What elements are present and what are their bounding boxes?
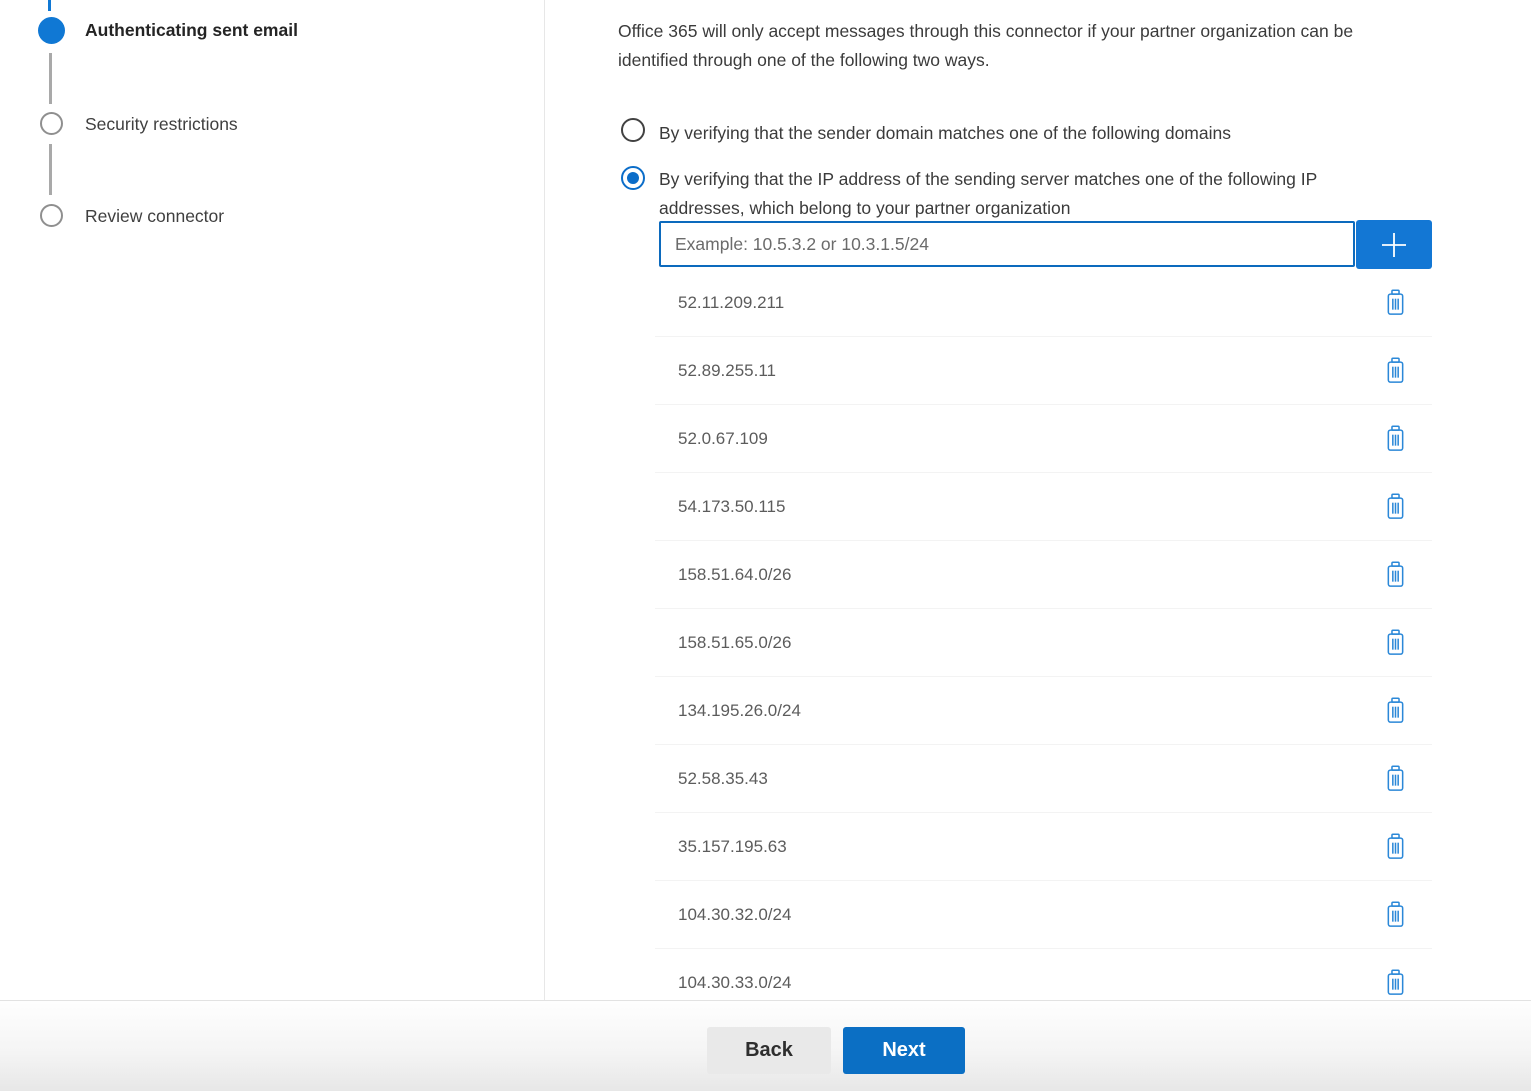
radio-ip-address-label-line-1: By verifying that the IP address of the … <box>659 165 1489 194</box>
trash-icon <box>1385 765 1406 792</box>
ip-value: 52.89.255.11 <box>678 361 776 381</box>
ip-value: 134.195.26.0/24 <box>678 701 801 721</box>
radio-ip-address-label[interactable]: By verifying that the IP address of the … <box>659 165 1489 223</box>
trash-icon <box>1385 561 1406 588</box>
ip-address-input[interactable] <box>659 221 1355 267</box>
ip-row: 104.30.32.0/24 <box>655 881 1432 949</box>
step-connector-line <box>49 53 52 104</box>
delete-ip-button[interactable] <box>1385 765 1406 792</box>
delete-ip-button[interactable] <box>1385 357 1406 384</box>
ip-value: 52.11.209.211 <box>678 293 784 313</box>
ip-row: 52.0.67.109 <box>655 405 1432 473</box>
step-upcoming-indicator-icon <box>40 204 63 227</box>
add-ip-button[interactable] <box>1356 220 1432 269</box>
trash-icon <box>1385 289 1406 316</box>
intro-text: Office 365 will only accept messages thr… <box>618 17 1531 75</box>
ip-row: 52.89.255.11 <box>655 337 1432 405</box>
wizard-steps-sidebar: Authenticating sent email Security restr… <box>0 0 545 1000</box>
delete-ip-button[interactable] <box>1385 697 1406 724</box>
ip-row: 52.58.35.43 <box>655 745 1432 813</box>
intro-line-2: identified through one of the following … <box>618 46 1531 75</box>
delete-ip-button[interactable] <box>1385 493 1406 520</box>
plus-icon <box>1379 230 1409 260</box>
intro-line-1: Office 365 will only accept messages thr… <box>618 17 1531 46</box>
step-security-restrictions: Security restrictions <box>85 114 238 135</box>
step-connector-line <box>49 144 52 195</box>
trash-icon <box>1385 493 1406 520</box>
delete-ip-button[interactable] <box>1385 629 1406 656</box>
ip-value: 104.30.32.0/24 <box>678 905 791 925</box>
ip-value: 35.157.195.63 <box>678 837 787 857</box>
trash-icon <box>1385 697 1406 724</box>
ip-row: 54.173.50.115 <box>655 473 1432 541</box>
ip-value: 158.51.64.0/26 <box>678 565 791 585</box>
radio-selected-dot-icon <box>627 172 639 184</box>
trash-icon <box>1385 629 1406 656</box>
ip-row: 158.51.64.0/26 <box>655 541 1432 609</box>
wizard-footer: Back Next <box>0 1000 1531 1091</box>
trash-icon <box>1385 901 1406 928</box>
ip-value: 54.173.50.115 <box>678 497 785 517</box>
ip-value: 158.51.65.0/26 <box>678 633 791 653</box>
back-button[interactable]: Back <box>707 1027 831 1074</box>
ip-value: 52.0.67.109 <box>678 429 768 449</box>
next-button[interactable]: Next <box>843 1027 965 1074</box>
step-authenticating-sent-email: Authenticating sent email <box>85 20 298 41</box>
ip-value: 104.30.33.0/24 <box>678 973 791 993</box>
trash-icon <box>1385 357 1406 384</box>
ip-row: 104.30.33.0/24 <box>655 949 1432 1000</box>
delete-ip-button[interactable] <box>1385 561 1406 588</box>
delete-ip-button[interactable] <box>1385 289 1406 316</box>
radio-ip-address[interactable] <box>621 166 645 190</box>
radio-ip-address-label-line-2: addresses, which belong to your partner … <box>659 194 1489 223</box>
trash-icon <box>1385 969 1406 996</box>
ip-row: 134.195.26.0/24 <box>655 677 1432 745</box>
trash-icon <box>1385 833 1406 860</box>
step-review-connector: Review connector <box>85 206 224 227</box>
connector-wizard-page: Authenticating sent email Security restr… <box>0 0 1531 1091</box>
step-current-indicator-icon <box>38 17 65 44</box>
ip-row: 35.157.195.63 <box>655 813 1432 881</box>
wizard-body: Authenticating sent email Security restr… <box>0 0 1531 1000</box>
step-upcoming-indicator-icon <box>40 112 63 135</box>
delete-ip-button[interactable] <box>1385 425 1406 452</box>
delete-ip-button[interactable] <box>1385 901 1406 928</box>
ip-address-list: 52.11.209.211 52.89.255.11 <box>655 269 1432 1000</box>
delete-ip-button[interactable] <box>1385 969 1406 996</box>
delete-ip-button[interactable] <box>1385 833 1406 860</box>
step-connector-line-completed <box>48 0 51 11</box>
ip-value: 52.58.35.43 <box>678 769 768 789</box>
radio-sender-domain[interactable] <box>621 118 645 142</box>
ip-row: 52.11.209.211 <box>655 269 1432 337</box>
ip-row: 158.51.65.0/26 <box>655 609 1432 677</box>
trash-icon <box>1385 425 1406 452</box>
radio-sender-domain-label[interactable]: By verifying that the sender domain matc… <box>659 119 1231 148</box>
